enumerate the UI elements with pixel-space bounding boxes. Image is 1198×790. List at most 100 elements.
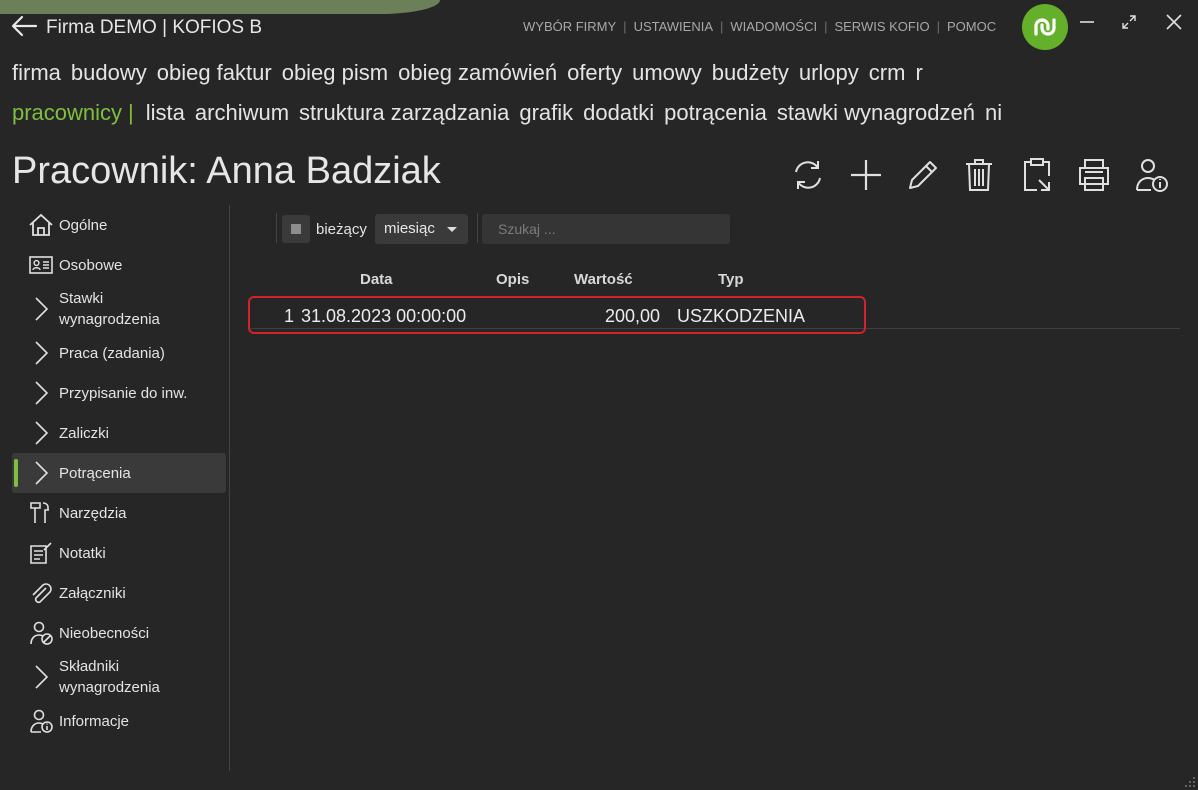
submenu-list[interactable]: lista bbox=[146, 100, 185, 126]
chevron-right-icon bbox=[35, 341, 49, 365]
column-header-description[interactable]: Opis bbox=[496, 271, 529, 288]
menu-item-invoices[interactable]: obieg faktur bbox=[157, 60, 272, 86]
chevron-right-icon bbox=[35, 381, 49, 405]
submenu-salary-rates[interactable]: stawki wynagrodzeń bbox=[777, 100, 975, 126]
row-type: USZKODZENIA bbox=[677, 306, 806, 326]
submenu-structure[interactable]: struktura zarządzania bbox=[299, 100, 509, 126]
current-period-checkbox[interactable] bbox=[282, 215, 310, 243]
sidebar-item-label: Ogólne bbox=[59, 216, 108, 234]
paperclip-icon bbox=[32, 583, 52, 604]
sidebar-item-information[interactable]: Informacje bbox=[12, 701, 226, 741]
refresh-icon[interactable] bbox=[790, 156, 826, 194]
sidebar-item-advances[interactable]: Zaliczki bbox=[12, 413, 226, 453]
chevron-right-icon bbox=[35, 665, 49, 689]
column-header-value[interactable]: Wartość bbox=[574, 271, 633, 288]
row-value: 200,00 bbox=[605, 306, 661, 326]
sidebar-item-personal[interactable]: Osobowe bbox=[12, 245, 226, 285]
sidebar-item-absences[interactable]: Nieobecności bbox=[12, 613, 226, 653]
app-title: Firma DEMO | KOFIOS B bbox=[46, 17, 263, 38]
maximize-icon[interactable] bbox=[1117, 10, 1141, 34]
sidebar-item-label: Potrącenia bbox=[59, 464, 131, 482]
sidebar-item-tools[interactable]: Narzędzia bbox=[12, 493, 226, 533]
user-info-icon[interactable] bbox=[1133, 156, 1169, 194]
submenu-separator: | bbox=[128, 100, 134, 125]
id-card-icon bbox=[29, 256, 53, 274]
menu-item-letters[interactable]: obieg pism bbox=[282, 60, 388, 86]
menu-item-crm[interactable]: crm bbox=[869, 60, 906, 86]
app-logo[interactable] bbox=[1022, 4, 1068, 50]
submenu-employees[interactable]: pracownicy bbox=[12, 100, 122, 126]
link-service[interactable]: SERWIS KOFIO bbox=[834, 19, 929, 34]
sidebar-item-general[interactable]: Ogólne bbox=[12, 205, 226, 245]
delete-icon[interactable] bbox=[961, 156, 997, 194]
link-messages[interactable]: WIADOMOŚCI bbox=[730, 19, 817, 34]
column-header-type[interactable]: Typ bbox=[718, 271, 744, 288]
print-icon[interactable] bbox=[1076, 156, 1112, 194]
chevron-right-icon bbox=[35, 297, 49, 321]
submenu-schedule[interactable]: grafik bbox=[519, 100, 573, 126]
resize-grip-icon[interactable] bbox=[1184, 776, 1196, 788]
menu-item-offers[interactable]: oferty bbox=[567, 60, 622, 86]
chevron-right-icon bbox=[35, 421, 49, 445]
link-help[interactable]: POMOC bbox=[947, 19, 996, 34]
menu-item-company[interactable]: firma bbox=[12, 60, 61, 86]
sidebar-item-label: Stawki wynagrodzenia bbox=[59, 290, 160, 328]
back-arrow-icon[interactable] bbox=[10, 14, 38, 38]
title-bar: Firma DEMO | KOFIOS B WYBÓR FIRMY | USTA… bbox=[0, 0, 1198, 52]
sidebar-item-label: Składniki wynagrodzenia bbox=[59, 658, 160, 696]
sidebar-item-attachments[interactable]: Załączniki bbox=[12, 573, 226, 613]
caret-down-icon bbox=[447, 227, 457, 232]
link-company-select[interactable]: WYBÓR FIRMY bbox=[523, 19, 616, 34]
sidebar-item-salary-components[interactable]: Składniki wynagrodzenia bbox=[12, 653, 226, 701]
menu-item-orders[interactable]: obieg zamówień bbox=[398, 60, 557, 86]
row-date: 31.08.2023 00:00:00 bbox=[301, 306, 467, 326]
minimize-icon[interactable] bbox=[1075, 10, 1099, 34]
menu-item-contracts[interactable]: umowy bbox=[632, 60, 702, 86]
sidebar-item-label: Osobowe bbox=[59, 256, 123, 274]
menu-item-more[interactable]: r bbox=[915, 60, 922, 86]
notes-icon bbox=[30, 542, 52, 564]
sidebar-item-label: Informacje bbox=[59, 712, 130, 730]
link-separator: | bbox=[720, 19, 724, 34]
sidebar-item-label: Załączniki bbox=[59, 584, 126, 602]
filter-divider bbox=[477, 213, 478, 243]
row-index: 1 bbox=[284, 306, 295, 326]
clipboard-icon[interactable] bbox=[1019, 156, 1055, 194]
submenu-archive[interactable]: archiwum bbox=[195, 100, 289, 126]
sidebar-divider bbox=[229, 205, 230, 771]
sidebar-item-deductions[interactable]: Potrącenia bbox=[12, 453, 226, 493]
edit-icon[interactable] bbox=[904, 156, 940, 194]
period-select[interactable]: miesiąc bbox=[375, 214, 468, 244]
link-settings[interactable]: USTAWIENIA bbox=[634, 19, 713, 34]
sidebar-item-salary-rates[interactable]: Stawki wynagrodzenia bbox=[12, 285, 226, 333]
menu-item-budgets[interactable]: budżety bbox=[712, 60, 789, 86]
sidebar-item-label: Narzędzia bbox=[59, 504, 127, 522]
sidebar-item-work-tasks[interactable]: Praca (zadania) bbox=[12, 333, 226, 373]
sidebar-item-notes[interactable]: Notatki bbox=[12, 533, 226, 573]
column-header-date[interactable]: Data bbox=[360, 271, 393, 288]
sidebar-item-investment-assignment[interactable]: Przypisanie do inw. bbox=[12, 373, 226, 413]
link-separator: | bbox=[936, 19, 940, 34]
chevron-right-icon bbox=[35, 461, 49, 485]
submenu-deductions[interactable]: potrącenia bbox=[664, 100, 767, 126]
menu-item-construction[interactable]: budowy bbox=[71, 60, 147, 86]
link-separator: | bbox=[623, 19, 627, 34]
search-input[interactable] bbox=[482, 214, 730, 244]
home-icon bbox=[29, 213, 53, 236]
menu-item-vacations[interactable]: urlopy bbox=[799, 60, 859, 86]
sidebar-item-label: Nieobecności bbox=[59, 624, 150, 642]
add-icon[interactable] bbox=[848, 156, 884, 194]
sidebar-item-label: Zaliczki bbox=[59, 424, 110, 442]
sidebar-item-label: Praca (zadania) bbox=[59, 344, 165, 362]
sidebar: Ogólne Osobowe Stawki wynagrodzenia Prac… bbox=[12, 205, 226, 741]
sub-menu: pracownicy | lista archiwum struktura za… bbox=[12, 100, 1002, 126]
top-links: WYBÓR FIRMY | USTAWIENIA | WIADOMOŚCI | … bbox=[523, 19, 996, 34]
submenu-bonuses[interactable]: dodatki bbox=[583, 100, 654, 126]
page-title: Pracownik: Anna Badziak bbox=[12, 150, 441, 192]
user-absence-icon bbox=[30, 621, 53, 645]
period-select-value: miesiąc bbox=[384, 220, 435, 237]
submenu-absences[interactable]: nieob bbox=[985, 100, 1002, 126]
sidebar-item-label: Notatki bbox=[59, 544, 106, 562]
close-icon[interactable] bbox=[1162, 10, 1186, 34]
filter-divider bbox=[276, 213, 277, 243]
